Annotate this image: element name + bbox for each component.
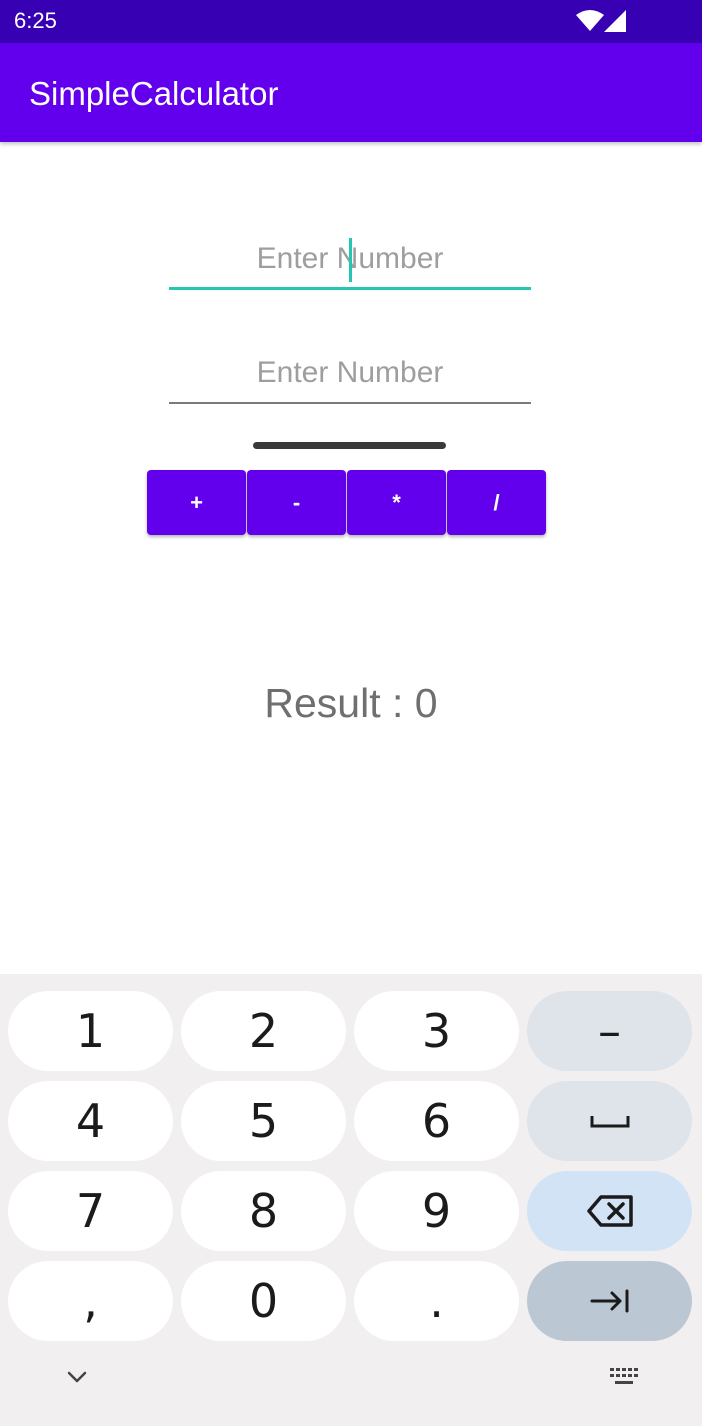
second-number-placeholder: Enter Number	[256, 356, 444, 389]
subtract-button[interactable]: -	[247, 470, 346, 535]
second-number-input[interactable]: Enter Number	[169, 344, 531, 404]
space-key[interactable]	[527, 1081, 692, 1161]
divide-button[interactable]: /	[447, 470, 546, 535]
key-period[interactable]: .	[354, 1261, 519, 1341]
numeric-keyboard: 1 2 3 – 4 5 6 7 8 9 , 0 .	[0, 974, 702, 1426]
space-icon	[590, 1116, 629, 1128]
key-9[interactable]: 9	[354, 1171, 519, 1251]
app-bar: SimpleCalculator	[0, 43, 702, 142]
text-caret	[349, 238, 352, 282]
key-6[interactable]: 6	[354, 1081, 519, 1161]
home-indicator[interactable]	[253, 442, 446, 449]
key-1[interactable]: 1	[8, 991, 173, 1071]
key-8[interactable]: 8	[181, 1171, 346, 1251]
wifi-icon	[576, 10, 604, 31]
app-title: SimpleCalculator	[29, 75, 279, 112]
dash-key[interactable]: –	[527, 991, 692, 1071]
backspace-key[interactable]	[527, 1171, 692, 1251]
status-time: 6:25	[14, 8, 57, 33]
key-2[interactable]: 2	[181, 991, 346, 1071]
multiply-button[interactable]: *	[347, 470, 446, 535]
backspace-icon	[586, 1195, 633, 1227]
status-bar: 6:25	[0, 0, 702, 43]
tab-next-key[interactable]	[527, 1261, 692, 1341]
key-3[interactable]: 3	[354, 991, 519, 1071]
operation-buttons: + - * /	[147, 470, 547, 535]
key-5[interactable]: 5	[181, 1081, 346, 1161]
result-text: Result : 0	[264, 680, 438, 726]
keyboard-bottom-bar	[0, 1354, 702, 1426]
key-7[interactable]: 7	[8, 1171, 173, 1251]
status-icons	[576, 10, 626, 32]
key-4[interactable]: 4	[8, 1081, 173, 1161]
tab-next-icon	[590, 1289, 628, 1313]
keyboard-icon[interactable]	[606, 1364, 642, 1390]
add-button[interactable]: +	[147, 470, 246, 535]
cell-signal-icon	[604, 10, 626, 32]
key-0[interactable]: 0	[181, 1261, 346, 1341]
chevron-down-icon[interactable]	[62, 1362, 92, 1392]
key-comma[interactable]: ,	[8, 1261, 173, 1341]
